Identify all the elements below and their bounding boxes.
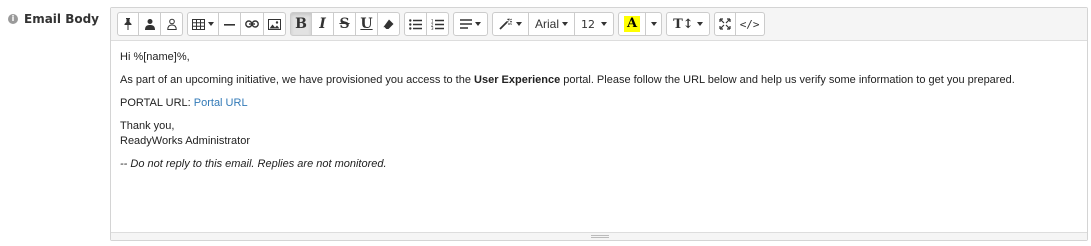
field-label-text: Email Body (24, 12, 100, 26)
user-icon (144, 18, 155, 30)
rich-text-editor: B I S U 1 2 3 Arial 12 A T↕ </> Hi %[nam… (110, 7, 1088, 241)
fullscreen-button[interactable] (713, 12, 736, 36)
line-height-icon: T↕ (673, 16, 694, 32)
italic-button[interactable]: I (312, 12, 334, 36)
table-icon (192, 18, 205, 30)
insert-group (187, 12, 286, 36)
chevron-down-icon (650, 22, 657, 26)
underline-icon: U (360, 16, 373, 32)
view-group: </> (713, 12, 765, 36)
clear-format-button[interactable] (378, 12, 400, 36)
chevron-down-icon (601, 22, 608, 26)
highlight-color-button[interactable]: A (618, 12, 647, 36)
chevron-down-icon (696, 22, 703, 26)
line-height-group: T↕ (666, 12, 710, 36)
merge-field-group (117, 12, 183, 36)
bold-button[interactable]: B (290, 12, 312, 36)
table-button[interactable] (187, 12, 219, 36)
intro-text-end: portal. Please follow the URL below and … (560, 74, 1015, 86)
text-style-group: B I S U (290, 12, 400, 36)
font-family-select[interactable]: Arial (529, 12, 576, 36)
signature-block: Thank you, ReadyWorks Administrator (120, 119, 1070, 149)
horizontal-rule-icon (224, 19, 235, 30)
signature-line: ReadyWorks Administrator (120, 135, 251, 147)
magic-wand-icon (499, 18, 513, 30)
strikethrough-icon: S (339, 16, 350, 32)
align-left-icon (460, 19, 472, 29)
horizontal-rule-button[interactable] (219, 12, 241, 36)
pin-button[interactable] (117, 12, 139, 36)
intro-text: As part of an upcoming initiative, we ha… (120, 74, 475, 86)
align-group (453, 12, 488, 36)
paragraph-align-button[interactable] (453, 12, 488, 36)
greeting-line: Hi %[name]%, (120, 51, 190, 63)
portal-line: PORTAL URL: Portal URL (120, 96, 1070, 111)
list-group: 123 (404, 12, 449, 36)
image-icon (268, 18, 281, 30)
thanks-line: Thank you, (120, 120, 175, 132)
email-body-label: i Email Body (8, 12, 99, 26)
color-group: A (618, 12, 663, 36)
svg-text:3: 3 (431, 26, 434, 30)
editor-content[interactable]: Hi %[name]%, As part of an upcoming init… (120, 50, 1070, 180)
portal-label: PORTAL URL: (120, 97, 194, 109)
editor-resize-handle[interactable] (111, 232, 1087, 240)
image-button[interactable] (264, 12, 286, 36)
bullet-list-icon (409, 18, 422, 30)
strikethrough-button[interactable]: S (334, 12, 356, 36)
pin-icon (123, 18, 133, 30)
font-family-value: Arial (535, 17, 560, 31)
chevron-down-icon (208, 22, 214, 26)
intro-paragraph: As part of an upcoming initiative, we ha… (120, 73, 1070, 88)
font-size-value: 12 (581, 17, 596, 31)
editor-toolbar: B I S U 1 2 3 Arial 12 A T↕ </> (111, 8, 1087, 41)
footer-note: -- Do not reply to this email. Replies a… (120, 158, 387, 170)
font-group: Arial 12 (492, 12, 615, 36)
code-icon: </> (739, 17, 760, 31)
link-icon (245, 19, 259, 29)
underline-button[interactable]: U (356, 12, 378, 36)
style-button[interactable] (492, 12, 529, 36)
line-height-button[interactable]: T↕ (666, 12, 710, 36)
user-outline-icon (166, 18, 177, 30)
user-outline-button[interactable] (161, 12, 183, 36)
chevron-down-icon (562, 22, 569, 26)
link-button[interactable] (241, 12, 264, 36)
bullet-list-button[interactable] (404, 12, 427, 36)
color-dropdown-button[interactable] (646, 12, 663, 36)
info-icon: i (8, 14, 18, 24)
chevron-down-icon (516, 22, 522, 26)
italic-icon: I (319, 16, 326, 32)
user-field-button[interactable] (139, 12, 161, 36)
expand-icon (719, 18, 731, 30)
highlight-icon: A (624, 16, 641, 32)
resize-grip-icon (591, 235, 609, 238)
portal-link[interactable]: Portal URL (194, 97, 248, 109)
font-size-select[interactable]: 12 (575, 12, 615, 36)
eraser-icon (383, 19, 394, 30)
chevron-down-icon (475, 22, 481, 26)
intro-bold: User Experience (474, 74, 561, 86)
code-view-button[interactable]: </> (735, 12, 765, 36)
bold-icon: B (295, 16, 307, 32)
numbered-list-button[interactable]: 123 (427, 12, 449, 36)
numbered-list-icon: 123 (431, 19, 444, 30)
